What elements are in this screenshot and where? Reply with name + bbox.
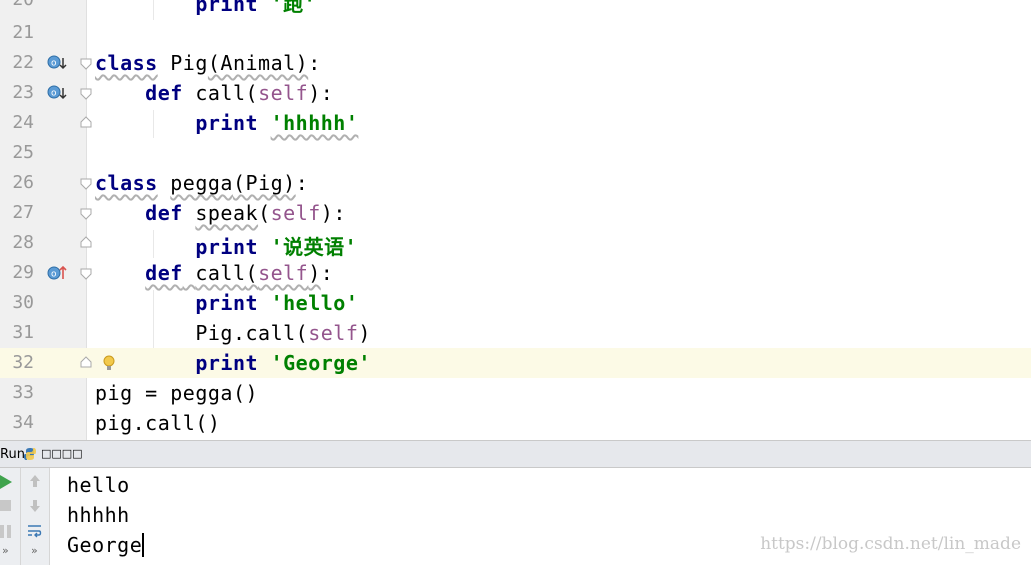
fold-end-icon[interactable] [80, 356, 92, 368]
more-actions-icon[interactable]: » [2, 544, 9, 557]
code-text: class Pig(Animal): [95, 51, 321, 75]
pause-icon[interactable] [0, 525, 12, 539]
stop-icon[interactable] [0, 500, 12, 512]
code-text: class pegga(Pig): [95, 171, 309, 195]
code-line-31[interactable]: 31 Pig.call(self) [0, 318, 1031, 348]
code-text: print 'hello' [195, 291, 359, 315]
arrow-down-icon[interactable] [28, 499, 42, 513]
fold-collapse-icon[interactable] [80, 268, 92, 280]
code-editor[interactable]: 20 print '跑' 21 22 o class Pig(Animal): … [0, 0, 1031, 440]
code-line-27[interactable]: 27 def speak(self): [0, 198, 1031, 228]
overridden-method-icon[interactable]: o [46, 84, 68, 102]
line-number: 27 [12, 202, 34, 223]
fold-end-icon[interactable] [80, 236, 92, 248]
code-line-32-current[interactable]: 32 print 'George' [0, 348, 1031, 378]
svg-text:o: o [51, 270, 57, 280]
line-number: 22 [12, 52, 34, 73]
console-line-with-caret: George [67, 533, 145, 557]
code-line-33[interactable]: 33 pig = pegga() [0, 378, 1031, 408]
soft-wrap-icon[interactable] [27, 523, 43, 539]
code-line-34[interactable]: 34 pig.call() [0, 408, 1031, 438]
run-console-output[interactable]: hello hhhhh George https://blog.csdn.net… [50, 468, 1031, 565]
code-line-24[interactable]: 24 print 'hhhhh' [0, 108, 1031, 138]
fold-collapse-icon[interactable] [80, 178, 92, 190]
text-caret [142, 533, 145, 557]
line-number: 26 [12, 172, 34, 193]
code-text: def call(self): [145, 81, 334, 105]
svg-text:o: o [51, 89, 57, 99]
code-text: print 'George' [195, 351, 371, 375]
line-number: 29 [12, 262, 34, 283]
line-number: 32 [12, 352, 34, 373]
fold-collapse-icon[interactable] [80, 58, 92, 70]
fold-collapse-icon[interactable] [80, 88, 92, 100]
code-line-25[interactable]: 25 [0, 138, 1031, 168]
overrides-method-icon[interactable]: o [46, 264, 68, 282]
code-line-28[interactable]: 28 print '说英语' [0, 228, 1031, 259]
code-line-23[interactable]: 23 o def call(self): [0, 78, 1031, 108]
svg-text:o: o [51, 59, 57, 69]
code-line-21[interactable]: 21 [0, 18, 1031, 48]
line-number: 33 [12, 382, 34, 403]
line-number: 28 [12, 232, 34, 253]
code-text: print 'hhhhh' [195, 111, 359, 135]
python-icon [24, 448, 36, 460]
line-number: 31 [12, 322, 34, 343]
line-number: 25 [12, 142, 34, 163]
code-text: Pig.call(self) [195, 321, 371, 345]
code-text: pig = pegga() [95, 381, 259, 405]
run-config-name[interactable]: □□□□ [41, 447, 83, 460]
code-text: print '跑' [195, 0, 317, 16]
code-line-29[interactable]: 29 o def call(self): [0, 258, 1031, 288]
run-tab-label[interactable]: Run [0, 447, 25, 462]
run-toolbar-primary: » [0, 468, 21, 565]
run-toolbar-secondary: » [21, 468, 50, 565]
code-line-20[interactable]: 20 print '跑' [0, 0, 1031, 16]
arrow-up-icon[interactable] [28, 474, 42, 488]
code-text: print '说英语' [195, 235, 358, 259]
code-line-26[interactable]: 26 class pegga(Pig): [0, 168, 1031, 198]
more-actions-icon[interactable]: » [31, 544, 38, 557]
line-number: 30 [12, 292, 34, 313]
fold-collapse-icon[interactable] [80, 208, 92, 220]
code-text: def speak(self): [145, 201, 346, 225]
run-tool-window-header[interactable]: Run □□□□ [0, 440, 1031, 468]
code-line-30[interactable]: 30 print 'hello' [0, 288, 1031, 318]
code-text: def call(self): [145, 261, 334, 285]
code-text: pig.call() [95, 411, 221, 435]
rerun-icon[interactable] [0, 474, 14, 490]
line-number: 34 [12, 412, 34, 433]
console-line: hhhhh [67, 503, 130, 527]
line-number: 23 [12, 82, 34, 103]
line-number: 20 [0, 0, 34, 10]
watermark-text: https://blog.csdn.net/lin_made [760, 534, 1021, 554]
overridden-method-icon[interactable]: o [46, 54, 68, 72]
code-line-22[interactable]: 22 o class Pig(Animal): [0, 48, 1031, 78]
line-number: 24 [12, 112, 34, 133]
line-number: 21 [12, 22, 34, 43]
console-line: hello [67, 473, 130, 497]
fold-end-icon[interactable] [80, 116, 92, 128]
